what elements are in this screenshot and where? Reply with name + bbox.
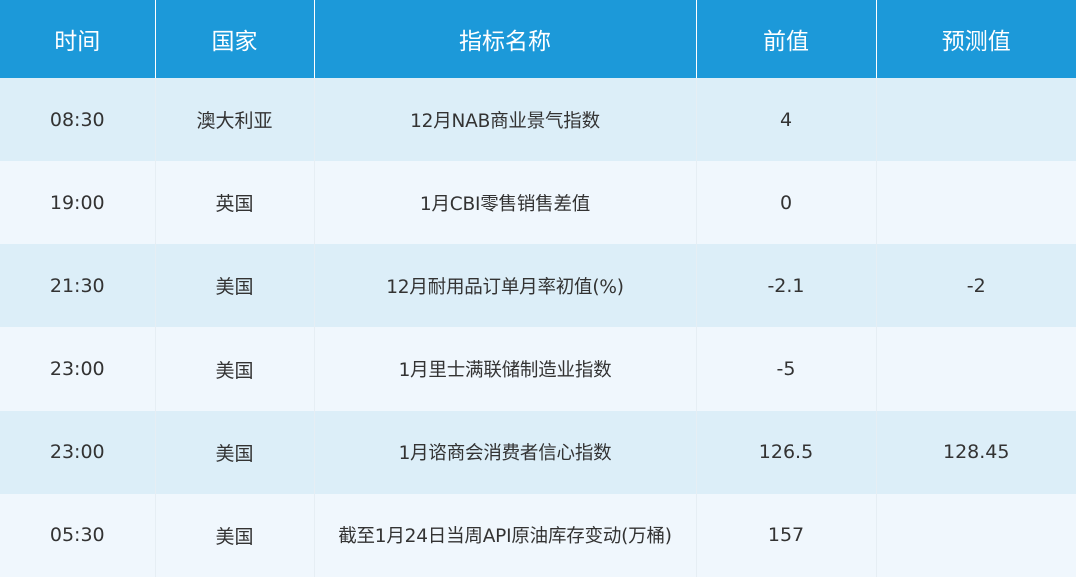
cell-country: 美国 <box>155 244 315 328</box>
cell-indicator: 12月耐用品订单月率初值(%) <box>314 244 697 328</box>
cell-time: 23:00 <box>0 327 156 411</box>
cell-country: 美国 <box>155 327 315 411</box>
cell-time: 05:30 <box>0 493 156 577</box>
table-row: 23:00 美国 1月里士满联储制造业指数 -5 <box>0 327 1076 411</box>
cell-previous: 157 <box>696 493 877 577</box>
cell-country: 澳大利亚 <box>155 78 315 162</box>
header-forecast: 预测值 <box>941 29 1011 55</box>
cell-forecast: -2 <box>966 274 986 297</box>
cell-indicator: 12月NAB商业景气指数 <box>314 78 697 162</box>
cell-forecast <box>876 78 1076 161</box>
table-row: 08:30 澳大利亚 12月NAB商业景气指数 4 <box>0 78 1076 162</box>
cell-country: 英国 <box>155 161 315 245</box>
table-row: 23:00 美国 1月谘商会消费者信心指数 126.5 128.45 <box>0 410 1076 494</box>
header-country: 国家 <box>155 0 315 78</box>
cell-forecast: 128.45 <box>943 441 1010 464</box>
cell-previous: -5 <box>696 327 877 411</box>
cell-time: 21:30 <box>0 244 156 328</box>
cell-time: 23:00 <box>0 410 156 494</box>
cell-previous: -2.1 <box>696 244 877 328</box>
table-row: 19:00 英国 1月CBI零售销售差值 0 <box>0 161 1076 245</box>
cell-country: 美国 <box>155 493 315 577</box>
header-previous: 前值 <box>696 0 877 78</box>
cell-previous: 126.5 <box>696 410 877 494</box>
cell-forecast <box>876 494 1076 577</box>
header-indicator: 指标名称 <box>314 0 697 78</box>
header-time: 时间 <box>0 0 156 78</box>
cell-indicator: 1月CBI零售销售差值 <box>314 161 697 245</box>
table-row: 21:30 美国 12月耐用品订单月率初值(%) -2.1 -2 <box>0 244 1076 328</box>
table-header: 时间 国家 指标名称 前值 预测值 <box>0 0 1076 78</box>
cell-forecast <box>876 327 1076 410</box>
cell-indicator: 1月谘商会消费者信心指数 <box>314 410 697 494</box>
cell-forecast <box>876 161 1076 244</box>
header-row: 时间 国家 指标名称 前值 预测值 <box>0 0 1076 78</box>
cell-country: 美国 <box>155 410 315 494</box>
cell-time: 19:00 <box>0 161 156 245</box>
cell-time: 08:30 <box>0 78 156 162</box>
cell-previous: 4 <box>696 78 877 162</box>
table-row: 05:30 美国 截至1月24日当周API原油库存变动(万桶) 157 <box>0 493 1076 577</box>
cell-indicator: 截至1月24日当周API原油库存变动(万桶) <box>314 493 697 577</box>
economic-calendar-table: 时间 国家 指标名称 前值 预测值 08:30 澳大利亚 12月NAB商业景气指… <box>0 0 1076 577</box>
cell-previous: 0 <box>696 161 877 245</box>
cell-indicator: 1月里士满联储制造业指数 <box>314 327 697 411</box>
table-body: 08:30 澳大利亚 12月NAB商业景气指数 4 19:00 英国 1月CBI… <box>0 78 1076 577</box>
